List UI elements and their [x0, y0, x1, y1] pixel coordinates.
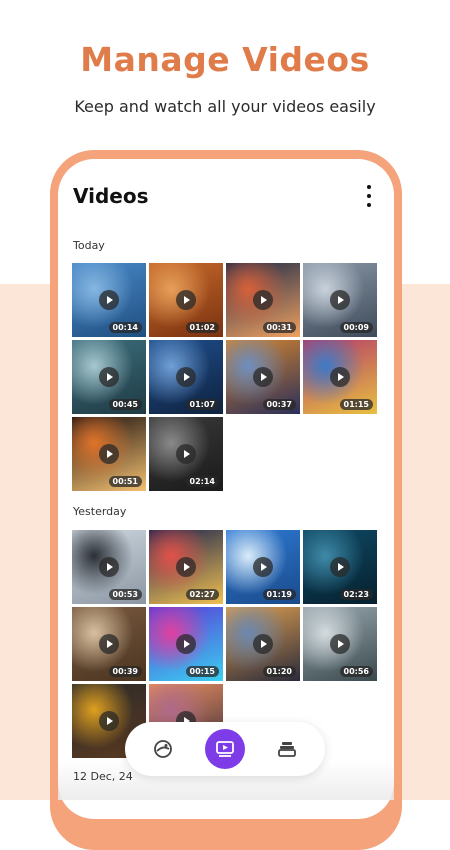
bottom-navigation [125, 722, 325, 776]
nav-photos-button[interactable] [143, 729, 183, 769]
play-icon [253, 290, 273, 310]
video-thumbnail[interactable]: 01:20 [226, 607, 300, 681]
nav-albums-button[interactable] [267, 729, 307, 769]
play-icon [253, 557, 273, 577]
video-thumbnail[interactable]: 00:56 [303, 607, 377, 681]
video-thumbnail[interactable]: 00:37 [226, 340, 300, 414]
video-play-icon [216, 741, 234, 757]
video-thumbnail[interactable]: 02:27 [149, 530, 223, 604]
video-duration: 02:14 [185, 476, 219, 487]
play-icon [99, 711, 119, 731]
play-icon [176, 444, 196, 464]
play-icon [176, 634, 196, 654]
photo-lens-icon [154, 740, 172, 758]
video-thumbnail[interactable]: 00:45 [72, 340, 146, 414]
more-vertical-icon [367, 185, 371, 189]
video-thumbnail[interactable]: 01:19 [226, 530, 300, 604]
play-icon [99, 290, 119, 310]
video-thumbnail[interactable]: 02:14 [149, 417, 223, 491]
play-icon [176, 290, 196, 310]
more-options-button[interactable] [362, 185, 376, 207]
video-thumbnail[interactable]: 01:07 [149, 340, 223, 414]
video-duration: 00:53 [108, 589, 142, 600]
video-thumbnail[interactable]: 00:31 [226, 263, 300, 337]
video-thumbnail[interactable]: 02:23 [303, 530, 377, 604]
promo-headline: Manage Videos [80, 40, 370, 79]
play-icon [330, 634, 350, 654]
video-duration: 00:15 [185, 666, 219, 677]
video-thumbnail[interactable]: 00:53 [72, 530, 146, 604]
video-grid-today: 00:14 01:02 00:31 00:09 00:45 01:07 00:37 01:15… [72, 263, 378, 491]
play-icon [176, 367, 196, 387]
play-icon [99, 557, 119, 577]
video-duration: 01:20 [262, 666, 296, 677]
video-duration: 01:02 [185, 322, 219, 333]
video-duration: 00:14 [108, 322, 142, 333]
video-duration: 00:31 [262, 322, 296, 333]
video-duration: 00:39 [108, 666, 142, 677]
video-duration: 02:23 [339, 589, 373, 600]
video-duration: 01:15 [339, 399, 373, 410]
play-icon [99, 634, 119, 654]
app-screen: Videos Today 00:14 01:02 00:31 00:09 00:45 01… [58, 159, 394, 819]
play-icon [176, 557, 196, 577]
video-duration: 01:19 [262, 589, 296, 600]
video-thumbnail[interactable]: 01:15 [303, 340, 377, 414]
nav-videos-button[interactable] [205, 729, 245, 769]
play-icon [330, 557, 350, 577]
album-stack-icon [278, 742, 296, 757]
play-icon [99, 367, 119, 387]
video-duration: 00:56 [339, 666, 373, 677]
video-thumbnail[interactable]: 00:09 [303, 263, 377, 337]
section-label-date: 12 Dec, 24 [73, 770, 133, 783]
page-title: Videos [73, 184, 149, 208]
video-thumbnail[interactable]: 00:51 [72, 417, 146, 491]
video-thumbnail[interactable]: 00:39 [72, 607, 146, 681]
video-thumbnail[interactable]: 01:02 [149, 263, 223, 337]
section-label-yesterday: Yesterday [73, 505, 127, 518]
video-thumbnail[interactable]: 00:15 [149, 607, 223, 681]
video-duration: 02:27 [185, 589, 219, 600]
play-icon [330, 367, 350, 387]
video-duration: 00:51 [108, 476, 142, 487]
play-icon [330, 290, 350, 310]
promo-subline: Keep and watch all your videos easily [74, 97, 376, 116]
play-icon [99, 444, 119, 464]
play-icon [253, 634, 273, 654]
video-duration: 00:45 [108, 399, 142, 410]
video-duration: 01:07 [185, 399, 219, 410]
video-thumbnail[interactable]: 00:14 [72, 263, 146, 337]
play-icon [253, 367, 273, 387]
section-label-today: Today [73, 239, 105, 252]
video-duration: 00:37 [262, 399, 296, 410]
video-duration: 00:09 [339, 322, 373, 333]
